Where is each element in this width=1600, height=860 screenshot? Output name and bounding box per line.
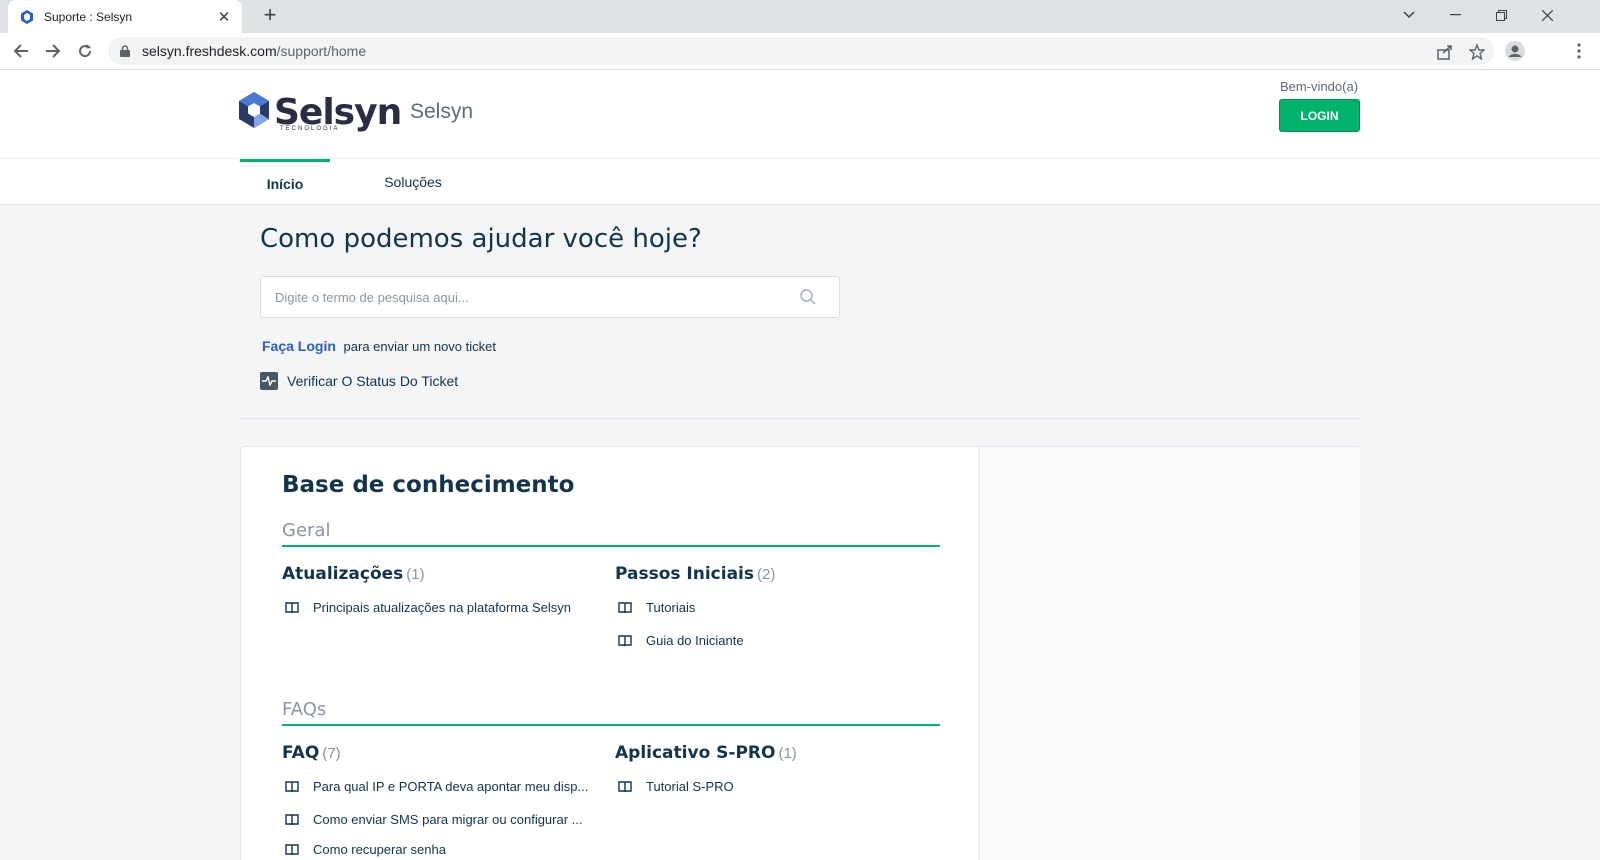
folder-atualizacoes[interactable]: Atualizações (1) [282, 564, 425, 584]
logo-subtitle: TECNOLOGIA [280, 126, 340, 132]
folder-aplicativo-s-pro[interactable]: Aplicativo S-PRO (1) [615, 743, 797, 763]
forward-arrow-icon[interactable] [40, 38, 66, 64]
book-icon [285, 813, 299, 826]
login-prompt: Faça Login para enviar um novo ticket [262, 338, 496, 354]
nav-tab-inicio[interactable]: Início [240, 159, 330, 205]
folder-title: Passos Iniciais [615, 564, 755, 584]
tab-search-icon[interactable] [1386, 0, 1432, 30]
site-header: Selsyn TECNOLOGIA Selsyn Bem-vindo(a) LO… [0, 70, 1600, 159]
section-divider [240, 418, 1360, 419]
article-title: Para qual IP e PORTA deva apontar meu di… [313, 779, 589, 794]
search-icon[interactable] [799, 288, 817, 306]
folder-title: FAQ [282, 743, 320, 763]
kb-title: Base de conhecimento [282, 472, 575, 498]
welcome-text: Bem-vindo(a) [1280, 79, 1359, 94]
url-path: /support/home [276, 43, 367, 59]
book-icon [285, 780, 299, 793]
page-title: Como podemos ajudar você hoje? [260, 224, 702, 254]
book-icon [618, 634, 632, 647]
book-icon [618, 780, 632, 793]
check-ticket-status-label: Verificar O Status Do Ticket [287, 373, 459, 389]
article-link[interactable]: Guia do Iniciante [615, 633, 744, 648]
folder-count: (7) [322, 745, 341, 762]
check-ticket-status-link[interactable]: Verificar O Status Do Ticket [260, 372, 458, 390]
close-window-icon[interactable] [1524, 0, 1570, 30]
browser-menu-icon[interactable] [1566, 38, 1592, 64]
login-link[interactable]: Faça Login [262, 338, 336, 354]
bookmark-star-icon[interactable] [1468, 43, 1486, 61]
kb-sidebar [980, 447, 1360, 860]
category-name: FAQs [282, 699, 327, 720]
restore-icon[interactable] [1478, 0, 1524, 30]
login-prompt-text: para enviar um novo ticket [343, 339, 496, 354]
article-link[interactable]: Como recuperar senha [282, 842, 446, 857]
selsyn-favicon-icon [20, 9, 34, 24]
folder-count: (2) [757, 566, 776, 583]
portal-name: Selsyn [410, 100, 474, 123]
book-icon [618, 601, 632, 614]
lock-icon [120, 45, 130, 57]
minimize-icon[interactable] [1432, 0, 1478, 30]
knowledge-base-card: Base de conhecimento Geral Atualizações(… [240, 446, 1360, 860]
browser-tab-bar: Suporte : Selsyn ✕ + [0, 0, 1600, 33]
url-host: selsyn.freshdesk.com [142, 43, 277, 59]
article-title: Guia do Iniciante [646, 633, 744, 648]
selsyn-logo[interactable]: Selsyn TECNOLOGIA [238, 92, 402, 133]
address-bar[interactable]: selsyn.freshdesk.com/support/home [108, 37, 1494, 65]
article-link[interactable]: Tutorial S-PRO [615, 779, 734, 794]
search-placeholder: Digite o termo de pesquisa aqui... [275, 289, 469, 305]
folder-title: Aplicativo S-PRO [615, 743, 776, 763]
browser-tab[interactable]: Suporte : Selsyn ✕ [8, 0, 242, 33]
article-title: Como enviar SMS para migrar ou configura… [313, 812, 583, 827]
article-title: Tutorial S-PRO [646, 779, 734, 794]
category-name: Geral [282, 520, 331, 541]
article-title: Principais atualizações na plataforma Se… [313, 600, 571, 615]
article-title: Como recuperar senha [313, 842, 446, 857]
folder-count: (1) [406, 566, 425, 583]
browser-toolbar: selsyn.freshdesk.com/support/home [0, 33, 1600, 70]
new-tab-button[interactable]: + [258, 4, 282, 28]
login-button[interactable]: LOGIN [1279, 99, 1360, 132]
folder-count: (1) [778, 745, 797, 762]
portal-nav: Início Soluções [0, 159, 1600, 205]
article-title: Tutoriais [646, 600, 696, 615]
category-geral[interactable]: Geral [282, 514, 940, 547]
nav-tab-solucoes[interactable]: Soluções [368, 159, 458, 205]
tab-title: Suporte : Selsyn [44, 9, 133, 24]
selsyn-hexagon-logo-icon [238, 92, 270, 133]
back-arrow-icon[interactable] [8, 38, 34, 64]
article-link[interactable]: Tutoriais [615, 600, 695, 615]
profile-avatar-icon[interactable] [1502, 38, 1528, 64]
search-input[interactable]: Digite o termo de pesquisa aqui... [260, 276, 840, 318]
folder-passos-iniciais[interactable]: Passos Iniciais (2) [615, 564, 775, 584]
book-icon [285, 843, 299, 856]
share-icon[interactable] [1436, 43, 1454, 61]
close-tab-icon[interactable]: ✕ [216, 8, 232, 26]
category-faqs[interactable]: FAQs [282, 693, 940, 726]
folder-faq[interactable]: FAQ (7) [282, 743, 341, 763]
article-link[interactable]: Principais atualizações na plataforma Se… [282, 600, 571, 615]
article-link[interactable]: Para qual IP e PORTA deva apontar meu di… [282, 779, 588, 794]
book-icon [285, 601, 299, 614]
article-link[interactable]: Como enviar SMS para migrar ou configura… [282, 812, 583, 827]
activity-pulse-icon [260, 372, 278, 390]
folder-title: Atualizações [282, 564, 404, 584]
reload-icon[interactable] [72, 38, 98, 64]
